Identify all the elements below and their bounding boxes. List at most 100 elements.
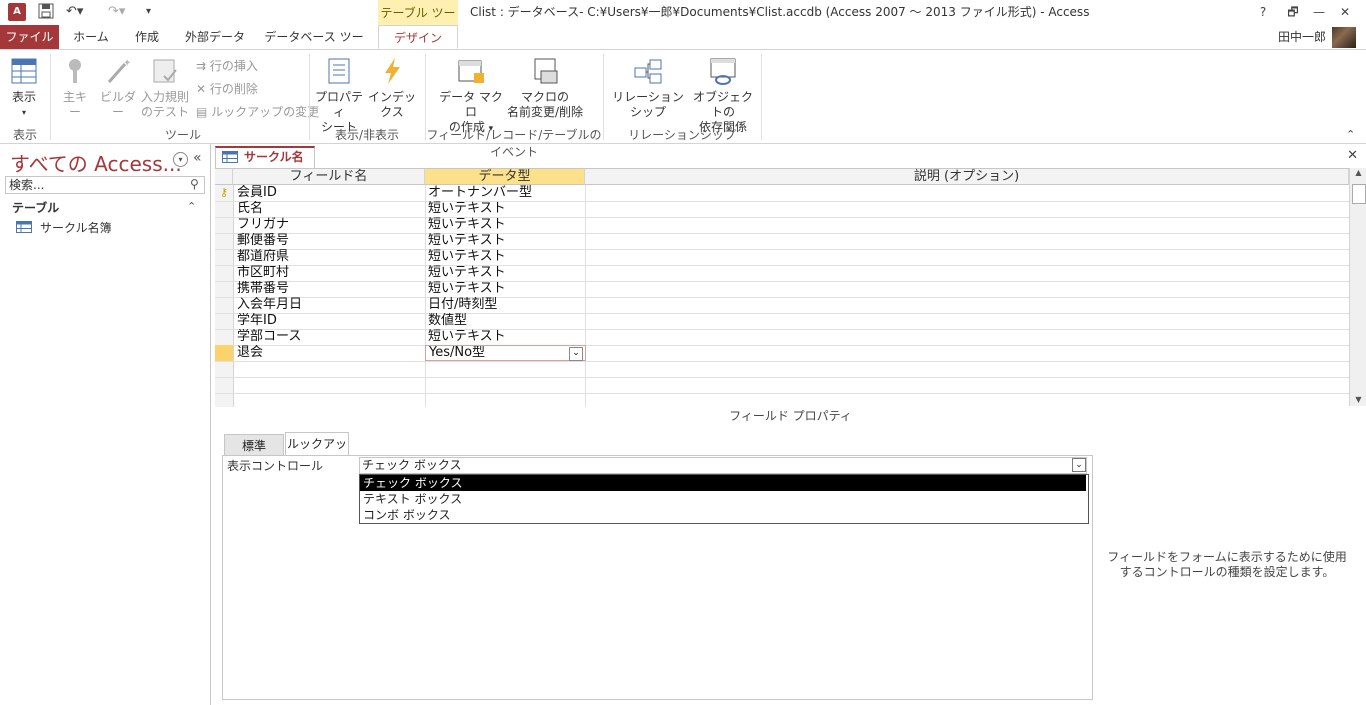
user-name[interactable]: 田中一郎 [1278,28,1326,45]
relationships-button[interactable]: リレーションシップ [608,56,688,120]
data-type-cell[interactable]: 短いテキスト [428,233,584,249]
primary-key-icon[interactable]: ⚷ [215,185,233,201]
row-selector[interactable] [215,249,233,265]
access-app-icon[interactable]: A [8,3,26,21]
test-validation-button[interactable]: 入力規則 のテスト [140,56,190,120]
save-icon[interactable] [38,3,54,21]
data-type-cell[interactable]: 短いテキスト [428,265,584,281]
undo-icon[interactable]: ↶▾ [66,3,83,21]
row-selector[interactable] [215,265,233,281]
close-window-button[interactable]: ✕ [1334,2,1356,22]
display-control-field[interactable]: チェック ボックス [359,457,1087,474]
scroll-up-icon[interactable]: ▲ [1350,168,1366,177]
avatar[interactable] [1332,27,1356,48]
modify-lookups-label: ルックアップの変更 [211,105,320,119]
tab-general[interactable]: 標準 [224,434,284,456]
collapse-pane-icon[interactable]: « [193,150,202,166]
tab-design[interactable]: デザイン [378,25,458,49]
primary-key-button[interactable]: 主キー [58,56,92,120]
builder-button[interactable]: ✦ ビルダー [96,56,140,120]
nav-item-circle-list[interactable]: サークル名簿 [16,219,112,236]
insert-rows-button[interactable]: ⇉ 行の挿入 [196,57,258,74]
tab-create[interactable]: 作成 [125,25,169,49]
group-separator [761,54,762,140]
field-name-cell[interactable]: 入会年月日 [237,297,423,313]
property-help-text: フィールドをフォームに表示するために使用するコントロールの種類を設定します。 [1107,550,1347,579]
chevron-down-icon[interactable]: ⌄ [569,347,583,361]
nav-pane-title[interactable]: すべての Access... [10,148,182,177]
chevron-down-icon[interactable]: ⌄ [1072,458,1086,472]
tab-database-tools[interactable]: データベース ツール [260,25,368,68]
group-separator [50,54,51,140]
field-name-cell[interactable]: 退会 [237,345,423,361]
row-selector[interactable] [215,297,233,313]
chevron-down-icon: ▾ [21,108,26,117]
object-dependencies-label-1: オブジェクトの [692,90,753,119]
field-name-cell[interactable]: 郵便番号 [237,233,423,249]
object-dependencies-button[interactable]: オブジェクトの 依存関係 [688,56,758,135]
data-type-cell[interactable]: 数値型 [428,313,584,329]
indexes-label: インデックス [367,90,416,119]
row-selector[interactable] [215,329,233,345]
tab-external-data[interactable]: 外部データ [180,25,250,49]
data-type-cell[interactable]: オートナンバー型 [428,185,584,201]
rename-delete-macro-button[interactable]: マクロの 名前変更/削除 [504,56,586,120]
redo-icon[interactable]: ↷▾ [108,3,125,21]
view-button[interactable]: 表示 ▾ [6,56,42,120]
minimize-button[interactable]: — [1308,2,1330,22]
document-tab[interactable]: サークル名簿 [215,146,315,182]
property-sheet-button[interactable]: プロパティ シート [314,56,364,135]
row-selector[interactable] [215,233,233,249]
row-selector[interactable] [215,313,233,329]
field-name-cell[interactable]: 市区町村 [237,265,423,281]
tab-lookup[interactable]: ルックアップ [285,432,349,473]
row-selector[interactable] [215,281,233,297]
close-document-icon[interactable]: ✕ [1347,148,1358,163]
scroll-thumb[interactable] [1352,184,1366,204]
field-name-cell[interactable]: 会員ID [237,185,423,201]
field-name-cell[interactable]: 都道府県 [237,249,423,265]
field-name-cell[interactable]: フリガナ [237,217,423,233]
collapse-ribbon-icon[interactable]: ⌃ [1346,128,1355,141]
data-type-cell[interactable]: 短いテキスト [428,249,584,265]
indexes-button[interactable]: インデックス [364,56,420,120]
search-icon[interactable]: ⚲ [190,177,199,191]
nav-section-tables[interactable]: テーブル [12,199,59,216]
field-name-cell[interactable]: 学部コース [237,329,423,345]
modify-lookups-button[interactable]: ▤ ルックアップの変更 [196,103,319,120]
field-name-cell[interactable]: 氏名 [237,201,423,217]
view-button-label: 表示 [11,90,36,104]
data-type-cell[interactable]: 短いテキスト [428,217,584,233]
vertical-scrollbar[interactable]: ▲ ▼ [1349,168,1366,406]
ribbon: 表示 ▾ 主キー ✦ ビルダー 入力規則 のテスト ⇉ 行の挿入 ✕ 行の削除 … [0,50,1366,159]
dropdown-option-combobox[interactable]: コンボ ボックス [360,507,1086,523]
data-type-cell[interactable]: 短いテキスト [428,329,584,345]
delete-rows-icon: ✕ [196,82,210,96]
dropdown-option-checkbox[interactable]: チェック ボックス [360,475,1086,491]
dropdown-option-textbox[interactable]: テキスト ボックス [360,491,1086,507]
row-selector[interactable] [215,201,233,217]
create-data-macros-button[interactable]: データ マクロ の作成 ▾ [438,56,504,137]
tab-file[interactable]: ファイル [0,25,59,49]
data-type-cell[interactable]: 短いテキスト [428,281,584,297]
data-type-cell[interactable]: Yes/No型 [425,345,586,361]
row-selector[interactable] [215,345,233,361]
delete-rows-button[interactable]: ✕ 行の削除 [196,80,258,97]
field-name-cell[interactable]: 学年ID [237,313,423,329]
data-type-cell[interactable]: 日付/時刻型 [428,297,584,313]
nav-menu-dropdown-icon[interactable]: ▾ [173,152,188,167]
row-selector[interactable] [215,217,233,233]
scroll-down-icon[interactable]: ▼ [1350,395,1366,404]
collapse-section-icon[interactable]: ⌃ [187,200,196,213]
help-button[interactable]: ? [1252,2,1274,22]
column-header-field-name: フィールド名 [233,169,425,185]
field-name-cell[interactable]: 携帯番号 [237,281,423,297]
nav-search-input[interactable]: 検索... [5,176,205,194]
row-divider [215,377,1349,378]
customize-qat-icon[interactable]: ▾ [146,3,151,21]
data-type-cell[interactable]: 短いテキスト [428,201,584,217]
tab-home[interactable]: ホーム [66,25,116,49]
ribbon-display-icon[interactable]: 🗗 [1282,2,1304,22]
insert-rows-icon: ⇉ [196,59,210,73]
field-properties-title: フィールド プロパティ [729,409,852,423]
